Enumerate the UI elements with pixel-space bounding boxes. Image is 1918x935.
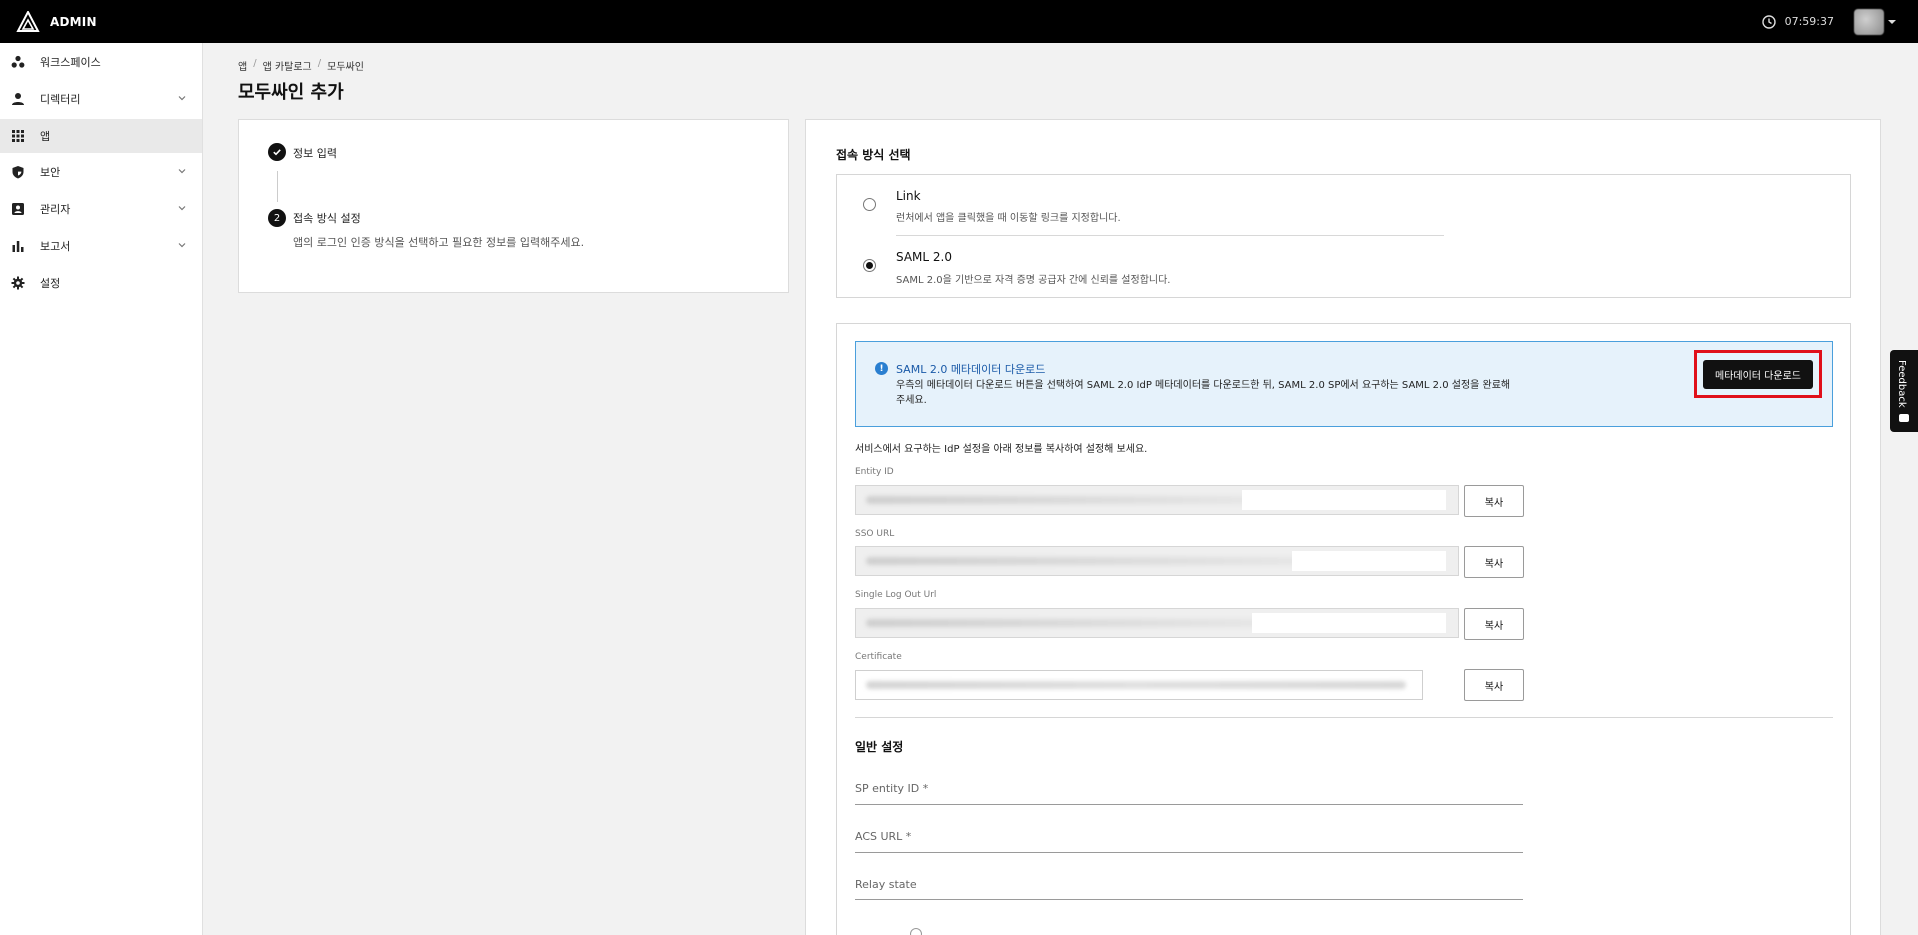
sidebar-item-label: 앱 — [40, 130, 51, 143]
copy-sso-url-button[interactable]: 복사 — [1464, 546, 1524, 578]
option-link-description: 런처에서 앱을 클릭했을 때 이동할 링크를 지정합니다. — [896, 213, 1121, 224]
sidebar-item-label: 워크스페이스 — [40, 56, 101, 69]
option-saml-title: SAML 2.0 — [896, 250, 952, 264]
option-link-title: Link — [896, 189, 921, 203]
copy-certificate-button[interactable]: 복사 — [1464, 669, 1524, 701]
session-timer-icon — [1761, 14, 1776, 29]
feedback-tab[interactable]: Feedback — [1890, 350, 1918, 432]
sso-url-label: SSO URL — [855, 529, 895, 539]
acs-url-input[interactable]: ACS URL * — [855, 830, 911, 843]
sidebar-item-workspace[interactable]: 워크스페이스 — [0, 45, 202, 79]
info-title: SAML 2.0 메타데이터 다운로드 — [896, 363, 1046, 376]
copy-hint: 서비스에서 요구하는 IdP 설정을 아래 정보를 복사하여 설정해 보세요. — [855, 444, 1148, 455]
section-divider — [855, 717, 1833, 718]
breadcrumb: 앱 / 앱 카탈로그 / 모두싸인 — [238, 58, 364, 73]
radio-saml[interactable] — [863, 259, 876, 272]
breadcrumb-item-catalog[interactable]: 앱 카탈로그 — [263, 58, 312, 73]
relay-state-input[interactable]: Relay state — [855, 878, 917, 891]
page-title: 모두싸인 추가 — [238, 82, 344, 103]
help-icon[interactable] — [910, 928, 922, 935]
metadata-download-button[interactable]: 메타데이터 다운로드 — [1703, 360, 1813, 389]
session-time: 07:59:37 — [1784, 15, 1834, 28]
person-icon — [12, 93, 24, 105]
breadcrumb-item-current: 모두싸인 — [327, 62, 364, 73]
slo-url-field[interactable] — [855, 608, 1459, 638]
step-done-check-icon — [268, 143, 286, 161]
relay-state-underline — [855, 899, 1523, 900]
sidebar-item-admin[interactable]: 관리자 — [0, 192, 202, 226]
gear-icon — [11, 276, 25, 290]
option-divider — [896, 235, 1444, 236]
sidebar-item-directory[interactable]: 디렉터리 — [0, 82, 202, 116]
copy-entity-id-button[interactable]: 복사 — [1464, 485, 1524, 517]
sidebar-item-label: 보고서 — [40, 240, 71, 253]
breadcrumb-separator: / — [317, 58, 322, 69]
entity-id-label: Entity ID — [855, 467, 894, 477]
admin-badge-icon — [12, 203, 24, 215]
step-2-badge: 2 — [268, 209, 286, 227]
sidebar-item-reports[interactable]: 보고서 — [0, 229, 202, 263]
radio-link[interactable] — [863, 198, 876, 211]
chevron-down-icon[interactable] — [1888, 19, 1896, 24]
sidebar-item-label: 보안 — [40, 166, 61, 179]
breadcrumb-separator: / — [253, 58, 257, 69]
feedback-label: Feedback — [1896, 360, 1907, 408]
breadcrumb-item-apps[interactable]: 앱 — [238, 58, 247, 73]
connection-section-title: 접속 방식 선택 — [836, 148, 911, 162]
workspace-icon — [11, 55, 25, 68]
shield-icon — [12, 166, 24, 179]
sidebar-item-security[interactable]: 보안 — [0, 155, 202, 189]
entity-id-field[interactable] — [855, 485, 1459, 515]
logo[interactable]: ADMIN — [16, 10, 97, 33]
sp-entity-id-underline — [855, 804, 1523, 805]
apps-grid-icon — [12, 130, 24, 142]
slo-url-label: Single Log Out Url — [855, 590, 937, 600]
brand-name: ADMIN — [50, 14, 97, 29]
sidebar-item-label: 관리자 — [40, 203, 71, 216]
general-settings-title: 일반 설정 — [855, 740, 904, 754]
chevron-down-icon — [178, 96, 186, 101]
step-2-title: 접속 방식 설정 — [293, 212, 361, 225]
info-body: 우측의 메타데이터 다운로드 버튼을 선택하여 SAML 2.0 IdP 메타데… — [896, 380, 1511, 406]
chevron-down-icon — [178, 243, 186, 248]
next-section-title-cutoff — [855, 926, 859, 935]
certificate-field[interactable] — [855, 670, 1423, 700]
acs-url-underline — [855, 852, 1523, 853]
sidebar-item-settings[interactable]: 설정 — [0, 266, 202, 300]
step-1-title: 정보 입력 — [293, 147, 337, 160]
bar-chart-icon — [12, 241, 24, 252]
sp-entity-id-input[interactable]: SP entity ID * — [855, 782, 928, 795]
info-icon: ! — [875, 362, 888, 375]
certificate-label: Certificate — [855, 652, 902, 662]
feedback-icon — [1899, 414, 1909, 422]
step-connector — [277, 171, 278, 202]
sso-url-field[interactable] — [855, 546, 1459, 576]
top-bar: ADMIN 07:59:37 — [0, 0, 1918, 43]
chevron-down-icon — [178, 169, 186, 174]
sidebar-item-apps[interactable]: 앱 — [0, 119, 202, 153]
logo-icon — [16, 10, 40, 32]
avatar[interactable] — [1854, 8, 1884, 35]
sidebar: 워크스페이스 디렉터리 앱 보안 관리자 보고서 설정 — [0, 43, 203, 935]
chevron-down-icon — [178, 206, 186, 211]
sidebar-item-label: 디렉터리 — [40, 93, 81, 106]
copy-slo-url-button[interactable]: 복사 — [1464, 608, 1524, 640]
sidebar-item-label: 설정 — [40, 277, 61, 290]
step-2-description: 앱의 로그인 인증 방식을 선택하고 필요한 정보를 입력해주세요. — [293, 236, 585, 249]
option-saml-description: SAML 2.0을 기반으로 자격 증명 공급자 간에 신뢰를 설정합니다. — [896, 275, 1171, 286]
